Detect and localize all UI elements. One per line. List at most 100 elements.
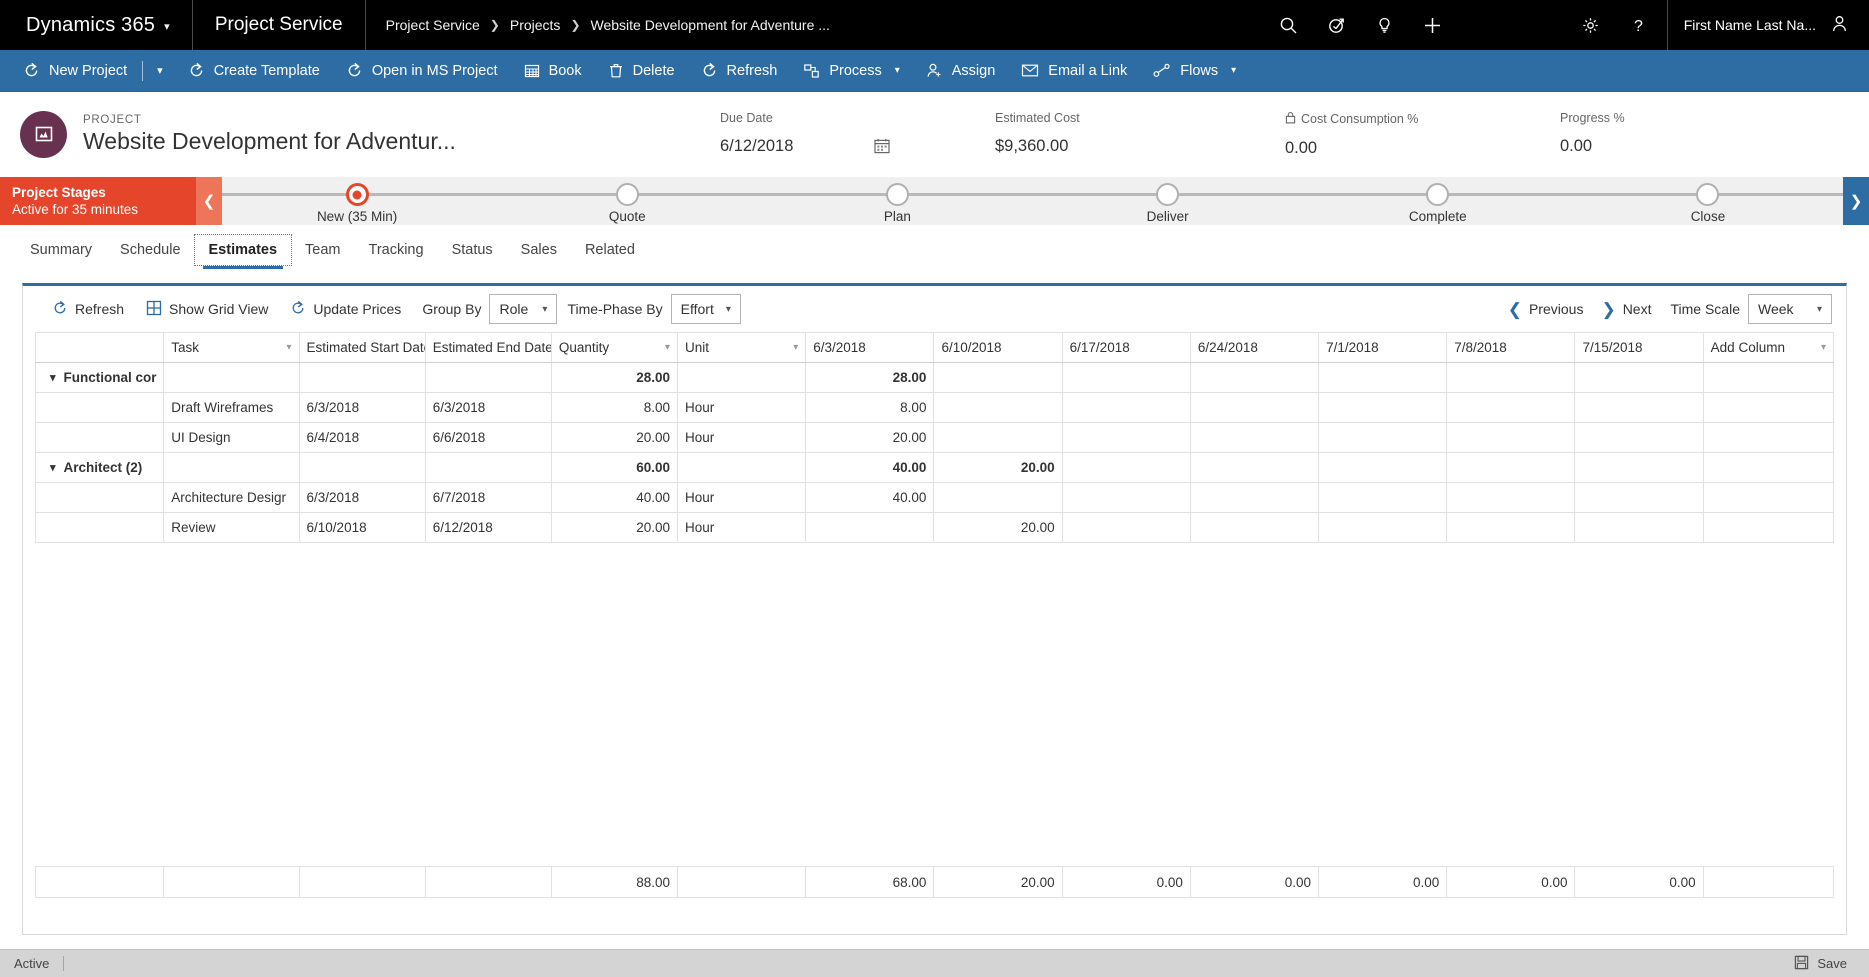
cell-week-2[interactable]: 20.00 [933, 512, 1063, 543]
cell-week-5[interactable] [1318, 452, 1448, 483]
command-assign[interactable]: Assign [913, 50, 1009, 92]
save-button[interactable]: Save [1794, 955, 1855, 973]
cell-quantity[interactable]: 60.00 [550, 452, 679, 483]
cell-week-6[interactable] [1446, 362, 1576, 393]
command-create-template[interactable]: Create Template [175, 50, 333, 92]
cell-week-3[interactable] [1061, 512, 1191, 543]
cell-estimated-end-date[interactable]: 6/7/2018 [424, 482, 552, 513]
command-delete[interactable]: Delete [595, 50, 688, 92]
cell-add-column[interactable] [1702, 392, 1835, 423]
cell-quantity[interactable]: 8.00 [550, 392, 679, 423]
tab-estimates[interactable]: Estimates [193, 233, 293, 269]
user-menu[interactable]: First Name Last Na... [1674, 0, 1869, 50]
chevron-right-icon[interactable]: ❯ [1843, 177, 1869, 225]
command-open-in-ms-project[interactable]: Open in MS Project [333, 50, 511, 92]
cell-add-column[interactable] [1702, 422, 1835, 453]
cell-week-6[interactable] [1446, 452, 1576, 483]
column-header-week-2[interactable]: 6/10/2018 [933, 332, 1063, 363]
column-header-quantity[interactable]: Quantity ▾ [550, 332, 679, 363]
column-header-week-5[interactable]: 7/1/2018 [1318, 332, 1448, 363]
cell-estimated-start-date[interactable]: 6/3/2018 [298, 392, 426, 423]
column-header-week-1[interactable]: 6/3/2018 [805, 332, 935, 363]
cell-week-2[interactable] [933, 392, 1063, 423]
new-project-dropdown-caret[interactable]: ▾ [145, 50, 175, 92]
cell-add-column[interactable] [1702, 482, 1835, 513]
cell-week-1[interactable] [805, 512, 935, 543]
column-header-estimated-end-date[interactable]: Estimated End Date▾ [424, 332, 552, 363]
cell-task[interactable]: Draft Wireframes [163, 392, 300, 423]
cell-week-4[interactable] [1189, 452, 1320, 483]
cell-week-5[interactable] [1318, 392, 1448, 423]
cell-week-2[interactable] [933, 422, 1063, 453]
dynamics-brand-menu[interactable]: Dynamics 365 ▾ [0, 0, 193, 50]
tab-status[interactable]: Status [438, 235, 507, 265]
cell-unit[interactable]: Hour [677, 512, 807, 543]
column-header-week-3[interactable]: 6/17/2018 [1061, 332, 1191, 363]
cell-estimated-start-date[interactable]: 6/3/2018 [298, 482, 426, 513]
cell-week-4[interactable] [1189, 392, 1320, 423]
bpf-stage-new[interactable]: New (35 Min) [222, 177, 492, 225]
bpf-stage-quote[interactable]: Quote [492, 177, 762, 225]
app-name-label[interactable]: Project Service [193, 0, 366, 50]
bpf-stage-complete[interactable]: Complete [1303, 177, 1573, 225]
cell-quantity[interactable]: 20.00 [550, 422, 679, 453]
cell-estimated-end-date[interactable]: 6/6/2018 [424, 422, 552, 453]
cell-unit[interactable]: Hour [677, 422, 807, 453]
cell-week-5[interactable] [1318, 362, 1448, 393]
metric-value[interactable]: 6/12/2018 [720, 137, 995, 156]
cell-quantity[interactable]: 20.00 [550, 512, 679, 543]
next-period-button[interactable]: ❯ Next [1592, 292, 1660, 326]
update-prices-button[interactable]: Update Prices [279, 292, 412, 326]
cell-task[interactable]: Architecture Desigr [163, 482, 300, 513]
bpf-title-block[interactable]: Project Stages Active for 35 minutes [0, 177, 196, 225]
cell-quantity[interactable]: 40.00 [550, 482, 679, 513]
breadcrumb-item-1[interactable]: Projects [510, 17, 561, 33]
cell-week-6[interactable] [1446, 512, 1576, 543]
help-question-icon[interactable]: ? [1615, 0, 1663, 50]
cell-week-1[interactable]: 8.00 [805, 392, 935, 423]
chevron-down-icon[interactable]: ▾ [50, 461, 56, 474]
cell-add-column[interactable] [1702, 512, 1835, 543]
row-handle[interactable] [34, 482, 165, 513]
show-grid-view-button[interactable]: Show Grid View [135, 292, 279, 326]
quick-create-plus-icon[interactable] [1409, 0, 1457, 50]
cell-task[interactable] [163, 362, 300, 393]
cell-week-1[interactable]: 40.00 [805, 482, 935, 513]
cell-week-2[interactable] [933, 482, 1063, 513]
table-row[interactable]: Architecture Desigr 6/3/2018 6/7/2018 40… [34, 482, 1835, 513]
cell-unit[interactable] [677, 362, 807, 393]
cell-week-3[interactable] [1061, 392, 1191, 423]
table-row[interactable]: ▾ Functional cor 28.00 28.00 [34, 362, 1835, 393]
table-row[interactable]: UI Design 6/4/2018 6/6/2018 20.00 Hour 2… [34, 422, 1835, 453]
cell-task[interactable] [163, 452, 300, 483]
cell-estimated-start-date[interactable] [298, 452, 426, 483]
group-cell[interactable]: ▾ Functional cor [34, 362, 165, 393]
cell-week-5[interactable] [1318, 482, 1448, 513]
grid-refresh-button[interactable]: Refresh [41, 292, 135, 326]
cell-week-7[interactable] [1574, 422, 1704, 453]
tab-schedule[interactable]: Schedule [106, 235, 194, 265]
cell-week-1[interactable]: 40.00 [805, 452, 935, 483]
tab-team[interactable]: Team [291, 235, 354, 265]
cell-task[interactable]: Review [163, 512, 300, 543]
cell-week-4[interactable] [1189, 512, 1320, 543]
bpf-stage-plan[interactable]: Plan [762, 177, 1032, 225]
cell-week-4[interactable] [1189, 362, 1320, 393]
cell-week-5[interactable] [1318, 512, 1448, 543]
cell-week-3[interactable] [1061, 362, 1191, 393]
cell-week-1[interactable]: 20.00 [805, 422, 935, 453]
tab-sales[interactable]: Sales [507, 235, 571, 265]
cell-week-3[interactable] [1061, 452, 1191, 483]
cell-week-3[interactable] [1061, 482, 1191, 513]
cell-estimated-start-date[interactable] [298, 362, 426, 393]
tab-related[interactable]: Related [571, 235, 649, 265]
cell-quantity[interactable]: 28.00 [550, 362, 679, 393]
cell-week-7[interactable] [1574, 452, 1704, 483]
cell-unit[interactable] [677, 452, 807, 483]
cell-week-3[interactable] [1061, 422, 1191, 453]
cell-add-column[interactable] [1702, 452, 1835, 483]
learning-bulb-icon[interactable] [1361, 0, 1409, 50]
cell-estimated-end-date[interactable] [424, 452, 552, 483]
row-handle[interactable] [34, 392, 165, 423]
chevron-down-icon[interactable]: ▾ [50, 371, 56, 384]
